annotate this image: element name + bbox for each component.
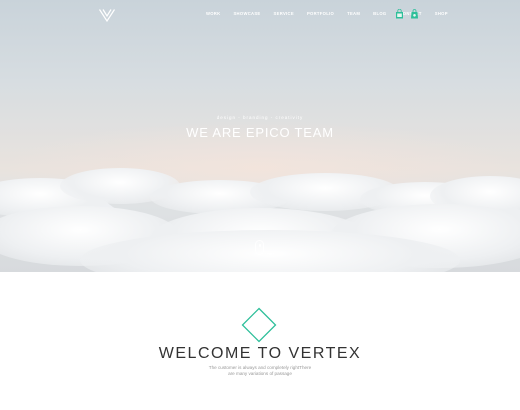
main-menu: Work Showcase Service Portfolio Team Blo… — [206, 11, 461, 16]
top-navigation: Work Showcase Service Portfolio Team Blo… — [0, 0, 520, 30]
welcome-section: WELCOME TO VERTEX The customer is always… — [0, 272, 520, 410]
diamond-outline-icon — [241, 307, 277, 343]
menu-item-shop[interactable]: Shop — [435, 11, 448, 16]
cloud-layer — [0, 168, 520, 272]
menu-item-blog[interactable]: Blog — [373, 11, 386, 16]
menu-item-portfolio[interactable]: Portfolio — [307, 11, 334, 16]
mouse-scroll-icon[interactable] — [255, 240, 264, 255]
hero-title: WE ARE EPICO TEAM — [186, 125, 334, 140]
nav-icons — [395, 9, 419, 19]
hero-tagline: design - branding - creativity — [216, 115, 304, 120]
welcome-description: The customer is always and completely ri… — [0, 365, 520, 377]
welcome-title: WELCOME TO VERTEX — [158, 345, 362, 362]
menu-item-service[interactable]: Service — [274, 11, 294, 16]
scroll-dot — [259, 244, 261, 247]
menu-item-team[interactable]: Team — [347, 11, 360, 16]
menu-item-showcase[interactable]: Showcase — [233, 11, 260, 16]
shopping-bag-icon[interactable] — [395, 9, 404, 19]
welcome-text-line-2: are many variations of passage — [228, 371, 292, 376]
shopping-cart-icon[interactable] — [410, 9, 419, 19]
hero-section: Work Showcase Service Portfolio Team Blo… — [0, 0, 520, 272]
menu-item-work[interactable]: Work — [206, 11, 220, 16]
vertex-logo-icon[interactable] — [99, 9, 115, 22]
